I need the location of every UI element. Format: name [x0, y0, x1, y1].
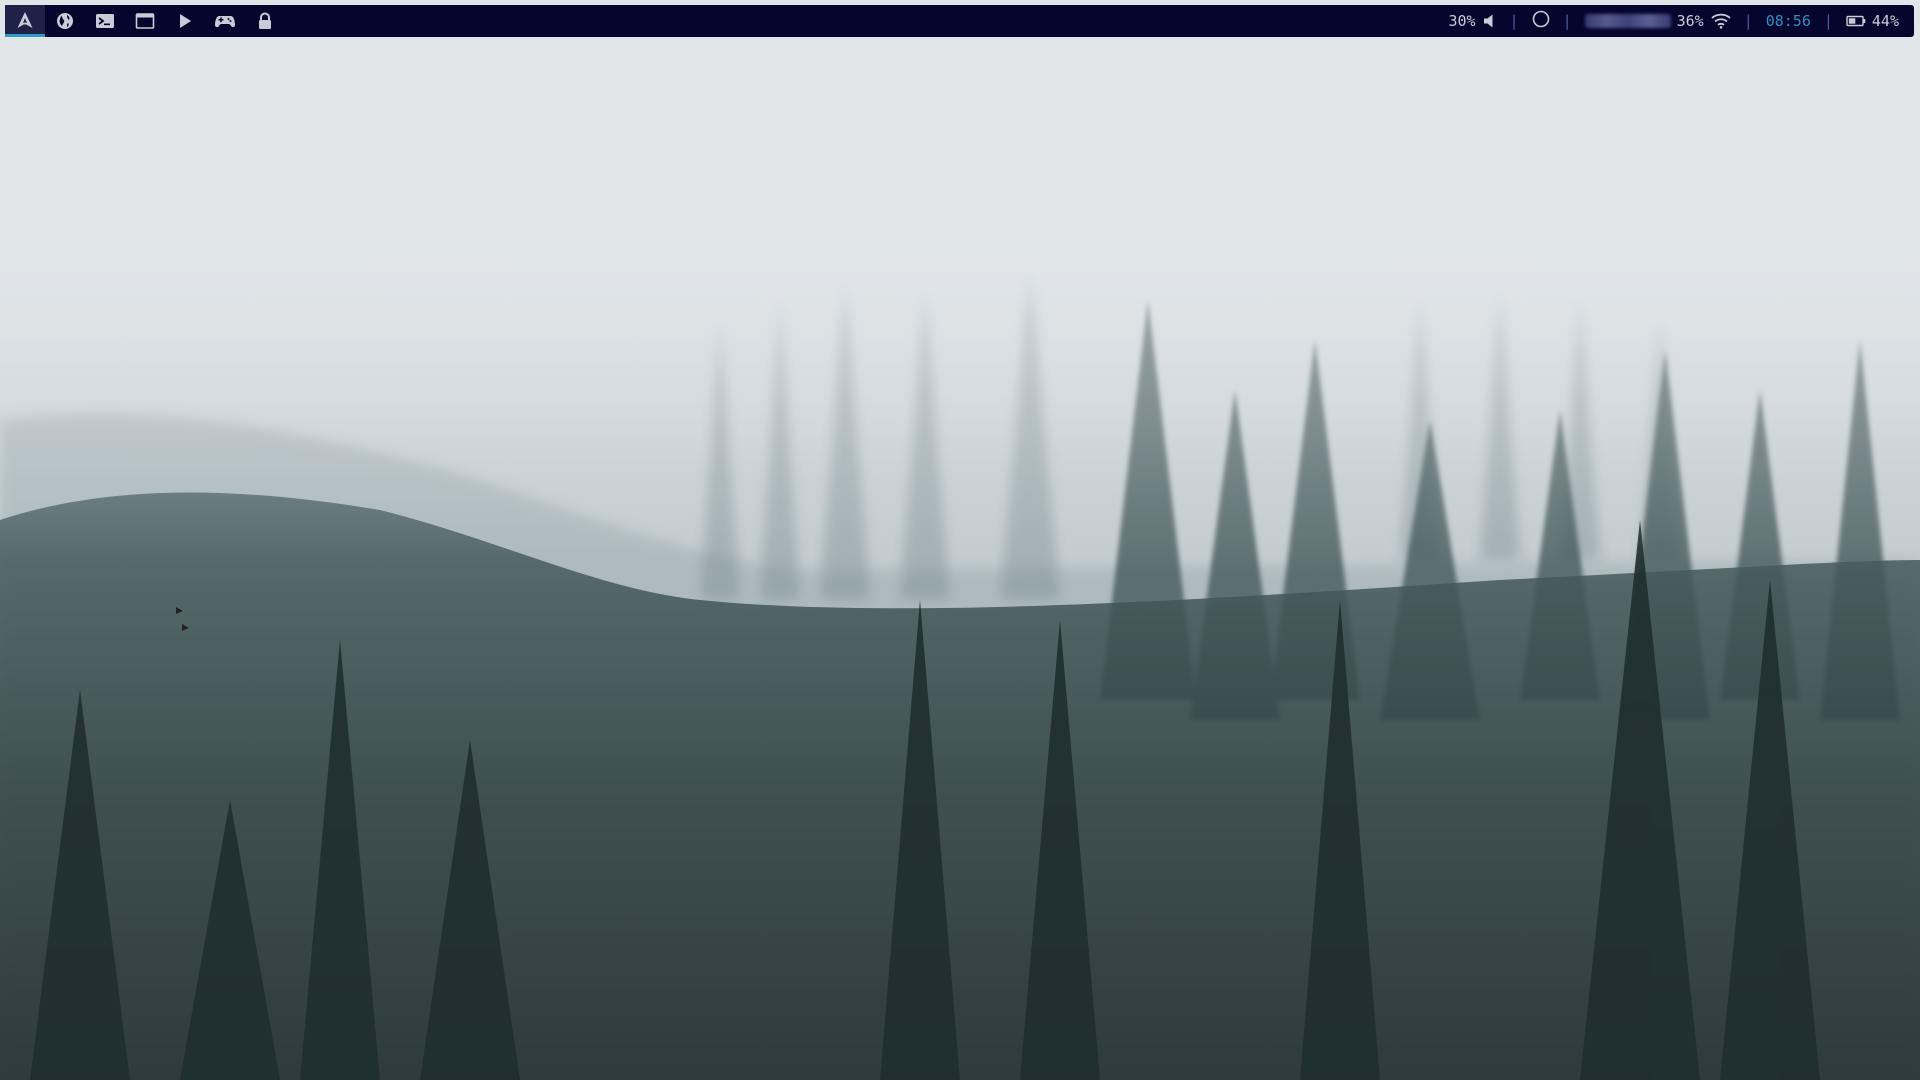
- workspace-games[interactable]: [205, 5, 245, 37]
- wifi-icon: [1711, 13, 1731, 29]
- lock-icon: [259, 12, 271, 29]
- arch-logo-icon: [17, 11, 33, 28]
- workspace-lock[interactable]: [245, 5, 285, 37]
- top-status-bar: 30% | | 36% | 08:56 | 44%: [5, 5, 1914, 37]
- workspace-arch[interactable]: [5, 5, 45, 37]
- clock-module[interactable]: 08:56: [1761, 5, 1816, 37]
- battery-module[interactable]: 44%: [1841, 5, 1904, 37]
- workspace-switcher: [5, 5, 285, 37]
- separator: |: [1743, 12, 1753, 30]
- separator: |: [1562, 12, 1572, 30]
- network-ssid-redacted: [1584, 14, 1671, 28]
- status-module[interactable]: [1527, 5, 1555, 37]
- window-icon: [135, 13, 155, 29]
- desktop: 30% | | 36% | 08:56 | 44%: [0, 0, 1920, 1080]
- clock-time: 08:56: [1765, 12, 1811, 30]
- workspace-window[interactable]: [125, 5, 165, 37]
- wifi-strength: 36%: [1676, 12, 1704, 30]
- terminal-icon: [96, 14, 114, 28]
- volume-value: 30%: [1448, 12, 1476, 30]
- system-tray: 30% | | 36% | 08:56 | 44%: [1443, 5, 1914, 37]
- network-module[interactable]: 36%: [1580, 5, 1736, 37]
- wallpaper-image: [0, 0, 1920, 1080]
- separator: |: [1509, 12, 1519, 30]
- workspace-browser[interactable]: [45, 5, 85, 37]
- workspace-terminal[interactable]: [85, 5, 125, 37]
- separator: |: [1823, 12, 1833, 30]
- gamepad-icon: [215, 16, 235, 28]
- battery-icon: [1846, 15, 1866, 27]
- battery-value: 44%: [1871, 12, 1899, 30]
- play-icon: [180, 14, 191, 28]
- circle-icon: [1532, 10, 1550, 32]
- globe-icon: [57, 13, 73, 29]
- volume-module[interactable]: 30%: [1443, 5, 1501, 37]
- speaker-icon: [1483, 13, 1497, 29]
- workspace-media[interactable]: [165, 5, 205, 37]
